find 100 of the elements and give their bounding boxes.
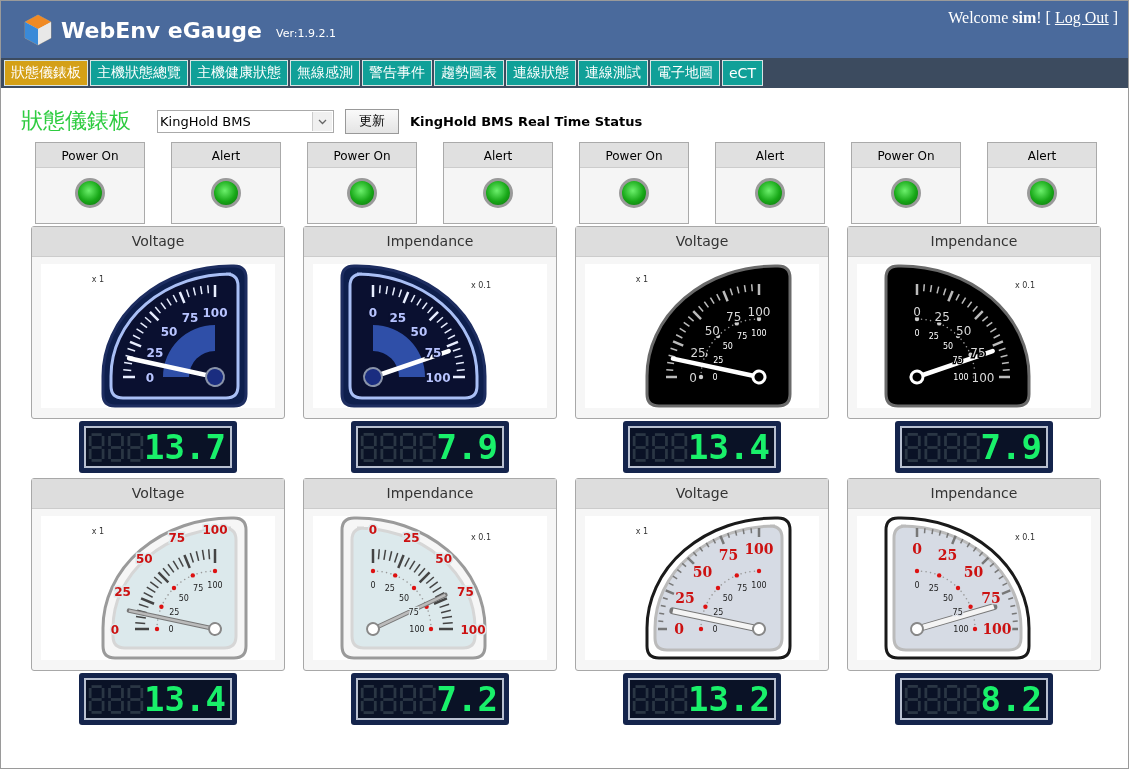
- nav-tab[interactable]: 主機狀態總覽: [90, 60, 188, 86]
- card-title: Voltage: [32, 479, 284, 509]
- nav-tab[interactable]: 警告事件: [362, 60, 432, 86]
- inner-scale-label: 100: [751, 329, 767, 338]
- inner-scale-label: 25: [713, 356, 724, 366]
- scale-label: 75: [168, 530, 186, 545]
- multiplier-label: x 1: [91, 275, 105, 284]
- display-reading: 13.7: [144, 430, 226, 464]
- device-select[interactable]: KingHold BMS: [157, 109, 334, 133]
- scale-label: 25: [690, 345, 706, 360]
- nav-tab[interactable]: 狀態儀錶板: [4, 60, 88, 86]
- scale-label: 25: [146, 346, 164, 361]
- caret-icon: [312, 111, 332, 131]
- scale-label: 100: [425, 371, 451, 385]
- scale-label: 0: [913, 305, 921, 319]
- scale-label: 50: [410, 325, 428, 340]
- version-label: Ver:1.9.2.1: [276, 26, 336, 40]
- nav-tab[interactable]: 連線狀態: [506, 60, 576, 86]
- nav-tab[interactable]: 連線測試: [578, 60, 648, 86]
- inner-scale-label: 50: [399, 593, 410, 603]
- inner-scale-ticks: [370, 568, 434, 632]
- display-reading: 13.4: [144, 682, 226, 716]
- scale-label: 0: [368, 306, 378, 320]
- multiplier-label: x 1: [91, 527, 105, 536]
- scale-label: 75: [726, 310, 742, 324]
- nav-tab[interactable]: eCT: [722, 60, 763, 86]
- nav-tab[interactable]: 電子地圖: [650, 60, 720, 86]
- card-title: Voltage: [576, 479, 828, 509]
- inner-scale-label: 25: [928, 584, 939, 594]
- scale-label: 50: [963, 564, 984, 581]
- scale-label: 50: [160, 325, 178, 340]
- scale-label: 100: [202, 306, 228, 320]
- display-reading: 13.2: [688, 682, 770, 716]
- inner-scale-label: 50: [943, 341, 954, 351]
- inner-scale-label: 50: [178, 593, 189, 603]
- scale-label: 50: [135, 552, 153, 567]
- card-title: Voltage: [576, 227, 828, 257]
- scale-label: 75: [981, 590, 1001, 607]
- app-title: WebEnv eGauge: [61, 17, 262, 43]
- scale-label: 25: [389, 310, 407, 325]
- scale-label: 50: [704, 324, 720, 339]
- inner-scale-label: 75: [952, 608, 963, 618]
- indicator-label: Power On: [580, 143, 688, 168]
- inner-scale-label: 100: [207, 581, 223, 590]
- welcome-text: Welcome sim! [ Log Out ]: [948, 9, 1118, 27]
- range-band: [373, 325, 425, 377]
- inner-scale-label: 0: [712, 625, 718, 634]
- inner-scale-label: 100: [751, 581, 767, 590]
- display-reading: 13.4: [688, 430, 770, 464]
- scale-label: 25: [934, 310, 950, 324]
- inner-scale-label: 100: [953, 625, 969, 634]
- multiplier-label: x 0.1: [1015, 533, 1035, 542]
- display-reading: 7.9: [436, 430, 498, 464]
- nav-tab[interactable]: 無線感測: [290, 60, 360, 86]
- scale-label: 100: [747, 305, 771, 319]
- scale-label: 0: [110, 623, 120, 637]
- inner-scale-label: 25: [713, 608, 724, 618]
- inner-scale-label: 0: [914, 329, 920, 338]
- scale-label: 75: [718, 547, 739, 564]
- scale-label: 25: [937, 547, 958, 564]
- inner-scale-label: 0: [712, 373, 718, 382]
- display-reading: 8.2: [980, 682, 1042, 716]
- multiplier-label: x 0.1: [1015, 281, 1035, 290]
- nav-tab[interactable]: 趨勢圖表: [434, 60, 504, 86]
- inner-scale-label: 75: [193, 584, 204, 594]
- range-band: [163, 325, 215, 377]
- inner-scale-label: 0: [370, 581, 376, 590]
- multiplier-label: x 1: [635, 527, 649, 536]
- inner-scale-label: 75: [737, 584, 748, 594]
- card-title: Impendance: [848, 227, 1100, 257]
- page-title: 狀態儀錶板: [21, 107, 131, 135]
- inner-scale-label: 0: [914, 581, 920, 590]
- card-title: Impendance: [304, 227, 556, 257]
- scale-label: 50: [956, 324, 972, 339]
- scale-label: 50: [692, 564, 713, 581]
- inner-scale-label: 25: [169, 608, 180, 618]
- display-reading: 7.2: [436, 682, 498, 716]
- scale-label: 100: [460, 623, 486, 637]
- inner-scale-label: 50: [722, 341, 733, 351]
- inner-scale-label: 0: [168, 625, 174, 634]
- scale-label: 25: [114, 584, 131, 599]
- indicator-label: Alert: [444, 143, 552, 168]
- scale-label: 100: [202, 523, 228, 537]
- nav-tab[interactable]: 主機健康狀態: [190, 60, 288, 86]
- scale-label: 0: [145, 371, 155, 385]
- refresh-button[interactable]: 更新: [345, 108, 399, 134]
- logo-icon: [23, 14, 53, 46]
- inner-scale-label: 75: [737, 332, 748, 342]
- card-title: Impendance: [848, 479, 1100, 509]
- inner-scale-label: 25: [384, 584, 395, 594]
- scale-label: 0: [912, 541, 922, 557]
- logout-link[interactable]: Log Out: [1054, 9, 1109, 26]
- indicator-label: Alert: [716, 143, 824, 168]
- inner-scale-label: 100: [953, 373, 969, 382]
- indicator-label: Power On: [308, 143, 416, 168]
- scale-label: 25: [675, 590, 695, 607]
- scale-label: 100: [971, 371, 995, 385]
- inner-scale-label: 50: [722, 593, 733, 603]
- card-title: Impendance: [304, 479, 556, 509]
- scale-label: 0: [689, 371, 697, 385]
